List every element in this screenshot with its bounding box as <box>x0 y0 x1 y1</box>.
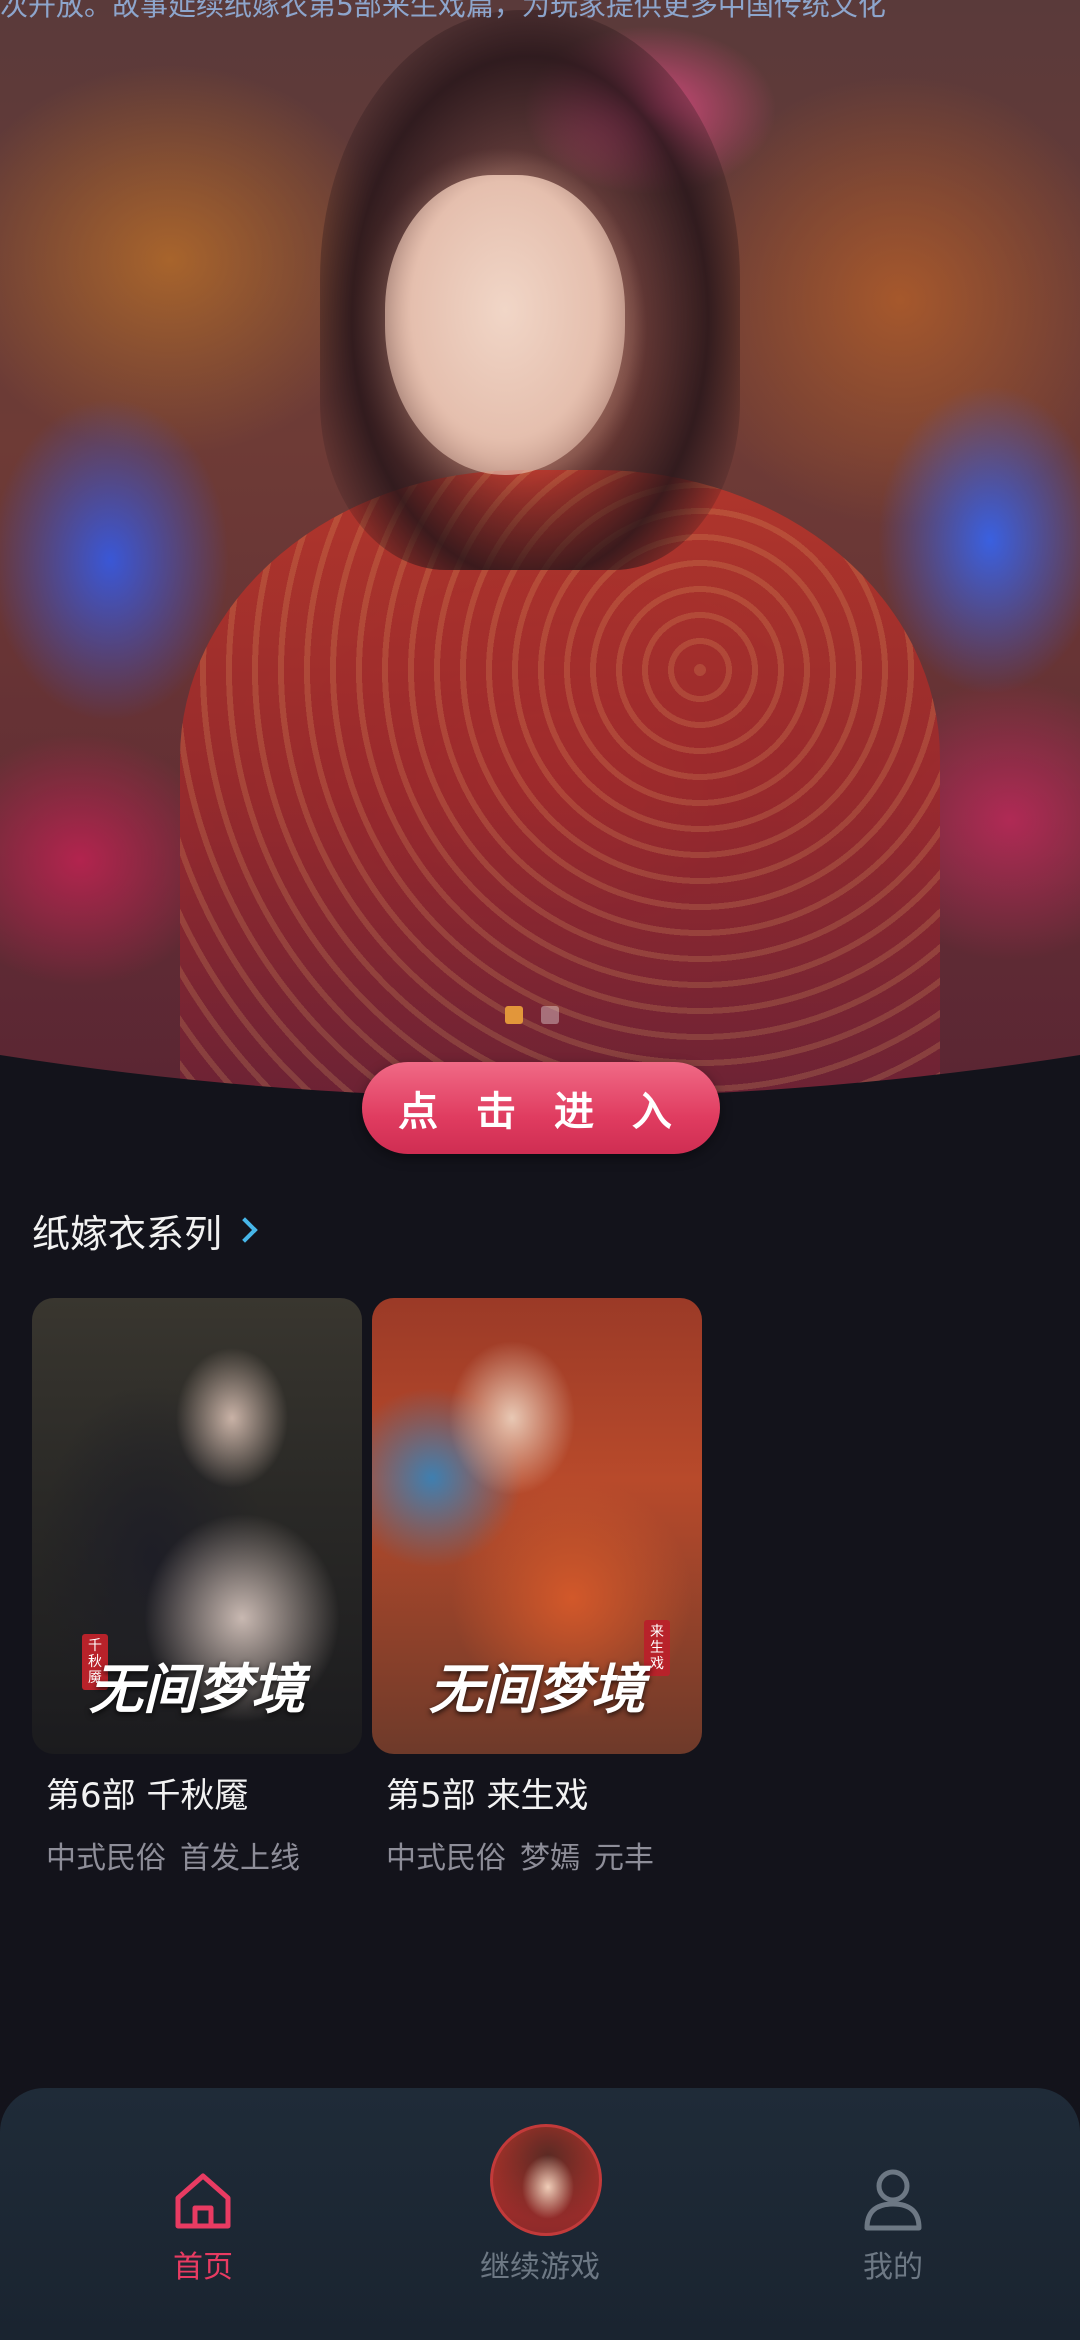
nav-label-continue: 继续游戏 <box>480 2250 600 2285</box>
carousel-dot-active[interactable] <box>505 1006 523 1024</box>
game-tag: 中式民俗 <box>46 1841 166 1876</box>
carousel-indicator <box>505 1006 559 1024</box>
game-card[interactable]: 千秋魇 无间梦境 第6部 千秋魇 中式民俗 首发上线 <box>32 1298 362 1877</box>
continue-game-avatar <box>490 2124 602 2236</box>
nav-label-home: 首页 <box>173 2250 233 2285</box>
nav-item-home[interactable]: 首页 <box>103 2088 303 2288</box>
series-section-header[interactable]: 纸嫁衣系列 <box>32 1200 258 1260</box>
game-cover-image[interactable]: 千秋魇 无间梦境 <box>32 1298 362 1754</box>
hero-scrolling-text: 次开放。故事延续纸嫁衣第5部来生戏篇，为玩家提供更多中国传统文化 <box>0 0 886 22</box>
game-tag: 中式民俗 <box>386 1841 506 1876</box>
nav-item-continue-game[interactable]: 继续游戏 <box>440 2088 640 2288</box>
hero-banner[interactable]: 次开放。故事延续纸嫁衣第5部来生戏篇，为玩家提供更多中国传统文化 <box>0 0 1080 1110</box>
nav-item-me[interactable]: 我的 <box>793 2088 993 2288</box>
series-section-title: 纸嫁衣系列 <box>32 1211 223 1256</box>
game-tags: 中式民俗 梦嫣 元丰 <box>386 1833 702 1877</box>
user-icon <box>864 2169 922 2231</box>
game-card[interactable]: 来生戏 无间梦境 第5部 来生戏 中式民俗 梦嫣 元丰 <box>372 1298 702 1877</box>
carousel-dot[interactable] <box>541 1006 559 1024</box>
game-title: 第6部 千秋魇 <box>46 1776 249 1816</box>
cover-logo-text: 无间梦境 <box>89 1657 305 1721</box>
cover-logo-text: 无间梦境 <box>429 1657 645 1721</box>
game-title: 第5部 来生戏 <box>386 1776 589 1816</box>
game-tag: 梦嫣 <box>520 1841 580 1876</box>
bottom-navigation: 首页 继续游戏 我的 <box>0 2088 1080 2340</box>
hero-illustration-face <box>385 175 625 475</box>
home-icon <box>175 2173 231 2229</box>
game-tags: 中式民俗 首发上线 <box>46 1833 362 1877</box>
enter-button[interactable]: 点 击 进 入 <box>362 1062 720 1154</box>
game-cover-image[interactable]: 来生戏 无间梦境 <box>372 1298 702 1754</box>
chevron-right-icon <box>232 1217 258 1243</box>
game-tag: 首发上线 <box>180 1841 300 1876</box>
nav-label-me: 我的 <box>863 2250 923 2285</box>
game-tag: 元丰 <box>594 1841 654 1876</box>
